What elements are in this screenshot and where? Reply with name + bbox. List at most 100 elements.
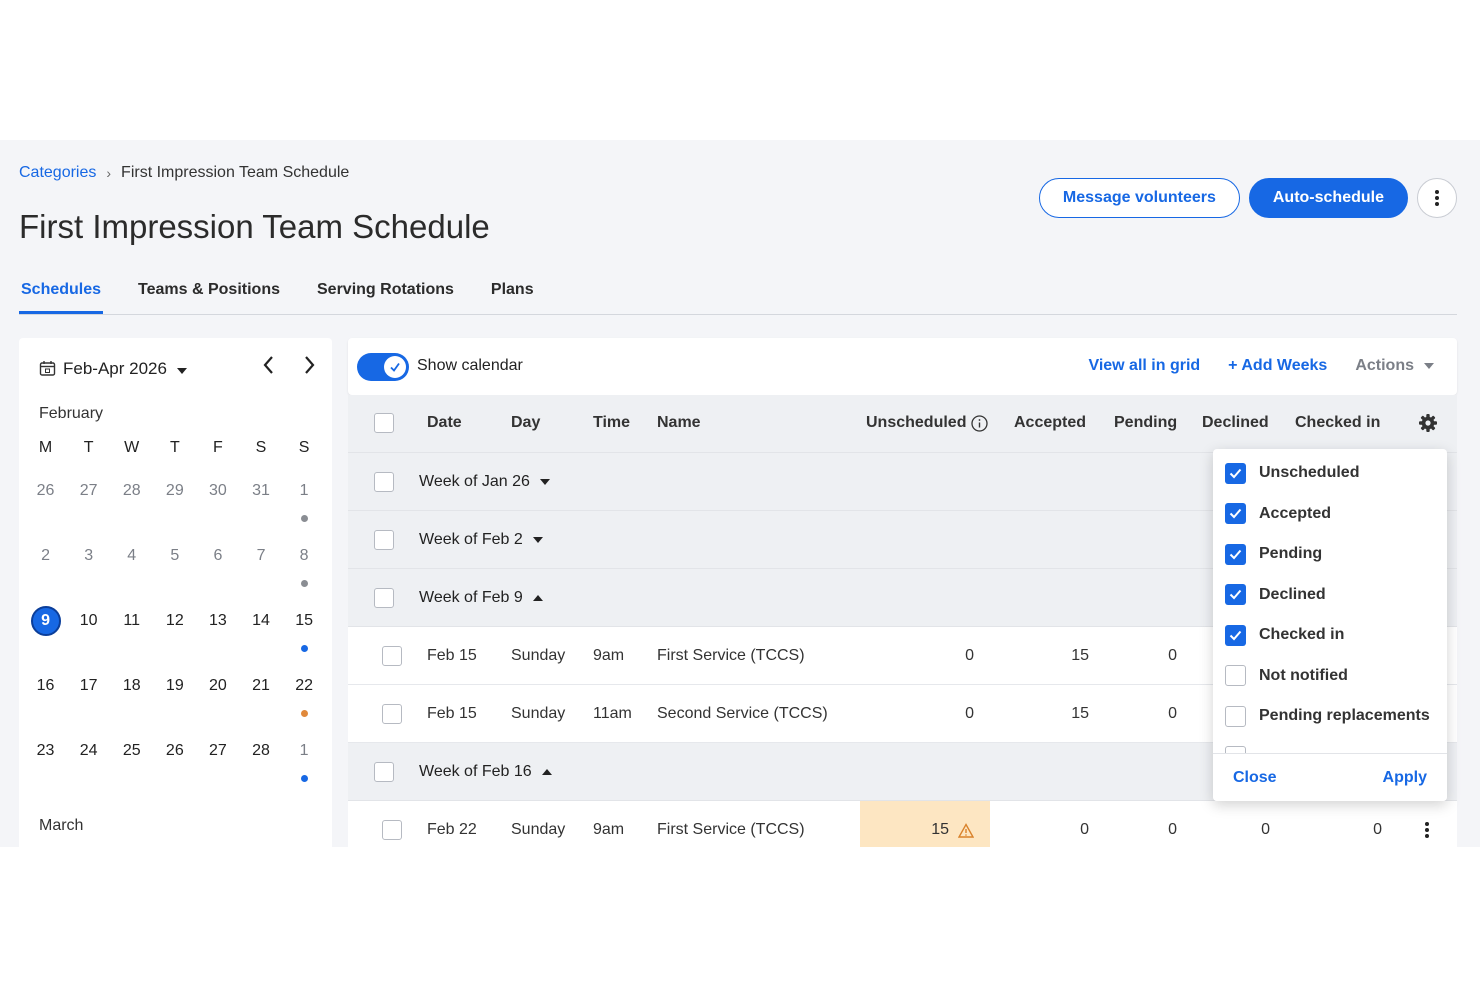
calendar-day[interactable]: 29 <box>153 476 196 536</box>
tab-serving-rotations[interactable]: Serving Rotations <box>315 274 456 314</box>
calendar-day[interactable]: 4 <box>110 541 153 601</box>
column-option-pending[interactable]: Pending <box>1225 539 1322 569</box>
calendar-day[interactable]: 5 <box>153 541 196 601</box>
auto-schedule-button[interactable]: Auto-schedule <box>1248 178 1408 218</box>
caret-up-icon[interactable] <box>532 595 543 601</box>
calendar-day[interactable]: 27 <box>196 736 239 796</box>
actions-dropdown[interactable]: Actions <box>1355 357 1434 375</box>
cell-name[interactable]: First Service (TCCS) <box>657 821 805 839</box>
col-accepted[interactable]: Accepted <box>1014 414 1086 432</box>
message-volunteers-button[interactable]: Message volunteers <box>1038 178 1240 218</box>
tab-plans[interactable]: Plans <box>489 274 536 314</box>
calendar-day[interactable]: 9 <box>24 606 67 666</box>
gear-icon[interactable] <box>1418 413 1438 433</box>
check-icon <box>1229 549 1242 559</box>
column-option-unscheduled[interactable]: Unscheduled <box>1225 458 1359 488</box>
calendar-day[interactable]: 19 <box>153 671 196 731</box>
calendar-day[interactable]: 7 <box>239 541 282 601</box>
calendar-day[interactable]: 1 <box>283 476 326 536</box>
day-number: 16 <box>36 677 55 694</box>
calendar-day[interactable]: 2 <box>24 541 67 601</box>
apply-button[interactable]: Apply <box>1383 769 1427 787</box>
calendar-day[interactable]: 27 <box>67 476 110 536</box>
calendar-day[interactable]: 22 <box>283 671 326 731</box>
calendar-day[interactable]: 18 <box>110 671 153 731</box>
checkbox-checked[interactable] <box>1225 503 1246 524</box>
week-checkbox[interactable] <box>374 472 394 492</box>
col-checked-in[interactable]: Checked in <box>1295 414 1380 432</box>
calendar-day[interactable]: 16 <box>24 671 67 731</box>
col-name[interactable]: Name <box>657 414 701 432</box>
day-number: 22 <box>295 677 313 694</box>
checkbox-checked[interactable] <box>1225 543 1246 565</box>
calendar-day[interactable]: 21 <box>239 671 282 731</box>
calendar-day[interactable]: 11 <box>110 606 153 666</box>
calendar-day[interactable]: 20 <box>196 671 239 731</box>
calendar-day[interactable]: 10 <box>67 606 110 666</box>
column-option-pending-replacements[interactable]: Pending replacements <box>1225 701 1430 731</box>
kebab-icon <box>1435 190 1439 206</box>
calendar-day[interactable]: 26 <box>153 736 196 796</box>
row-checkbox[interactable] <box>382 646 402 666</box>
cell-name[interactable]: First Service (TCCS) <box>657 647 805 665</box>
calendar-day[interactable]: 8 <box>283 541 326 601</box>
chevron-right-icon[interactable] <box>301 354 317 376</box>
calendar-day[interactable]: 28 <box>110 476 153 536</box>
checkbox-checked[interactable] <box>1225 584 1246 605</box>
calendar-day[interactable]: 3 <box>67 541 110 601</box>
week-checkbox[interactable] <box>374 588 394 608</box>
breadcrumb: Categories › First Impression Team Sched… <box>19 164 349 182</box>
week-checkbox[interactable] <box>374 530 394 550</box>
calendar-day[interactable]: 23 <box>24 736 67 796</box>
more-options-button[interactable] <box>1417 178 1457 218</box>
checkbox-unchecked[interactable] <box>1225 665 1246 686</box>
col-pending[interactable]: Pending <box>1114 414 1177 432</box>
calendar-day[interactable]: 13 <box>196 606 239 666</box>
week-checkbox[interactable] <box>374 762 394 782</box>
calendar-day[interactable]: 26 <box>24 476 67 536</box>
calendar-day[interactable]: 31 <box>239 476 282 536</box>
checkbox-unchecked[interactable] <box>1225 705 1246 727</box>
calendar-day[interactable]: 24 <box>67 736 110 796</box>
caret-down-icon[interactable] <box>539 479 550 485</box>
calendar-day[interactable]: 17 <box>67 671 110 731</box>
calendar-day[interactable]: 28 <box>239 736 282 796</box>
show-calendar-toggle[interactable] <box>357 353 409 381</box>
column-option-checked-in[interactable]: Checked in <box>1225 620 1344 650</box>
calendar-day[interactable]: 30 <box>196 476 239 536</box>
calendar-day[interactable]: 12 <box>153 606 196 666</box>
calendar-range-select[interactable]: Feb-Apr 2026 <box>63 359 187 379</box>
view-all-in-grid-link[interactable]: View all in grid <box>1088 357 1200 375</box>
weekday-label: S <box>298 439 310 456</box>
calendar-day[interactable]: 15 <box>283 606 326 666</box>
add-weeks-link[interactable]: + Add Weeks <box>1228 357 1327 375</box>
chevron-left-icon[interactable] <box>261 354 277 376</box>
close-button[interactable]: Close <box>1233 769 1277 787</box>
tab-schedules[interactable]: Schedules <box>19 274 104 314</box>
caret-up-icon[interactable] <box>541 769 552 775</box>
calendar-day[interactable]: 1 <box>283 736 326 796</box>
breadcrumb-categories-link[interactable]: Categories <box>19 164 96 182</box>
info-icon[interactable] <box>971 415 988 432</box>
col-day[interactable]: Day <box>511 414 540 432</box>
caret-down-icon[interactable] <box>532 537 543 543</box>
row-checkbox[interactable] <box>382 704 402 724</box>
row-checkbox[interactable] <box>382 820 402 840</box>
col-declined[interactable]: Declined <box>1202 414 1269 432</box>
checkbox-checked[interactable] <box>1225 624 1246 646</box>
col-time[interactable]: Time <box>593 414 630 432</box>
calendar-day[interactable]: 25 <box>110 736 153 796</box>
cell-name[interactable]: Second Service (TCCS) <box>657 705 828 723</box>
column-option-declined[interactable]: Declined <box>1225 580 1326 610</box>
col-date[interactable]: Date <box>427 414 462 432</box>
row-kebab-icon[interactable] <box>1425 822 1429 838</box>
checkbox-checked[interactable] <box>1225 462 1246 484</box>
calendar-day[interactable]: 6 <box>196 541 239 601</box>
column-option-accepted[interactable]: Accepted <box>1225 499 1331 529</box>
col-unscheduled[interactable]: Unscheduled <box>866 414 966 432</box>
calendar-day[interactable]: 14 <box>239 606 282 666</box>
table-row[interactable]: Feb 22 Sunday 9am First Service (TCCS) 1… <box>348 801 1457 847</box>
tab-teams-positions[interactable]: Teams & Positions <box>136 274 282 314</box>
column-option-not-notified[interactable]: Not notified <box>1225 661 1348 691</box>
select-all-checkbox[interactable] <box>374 413 394 433</box>
